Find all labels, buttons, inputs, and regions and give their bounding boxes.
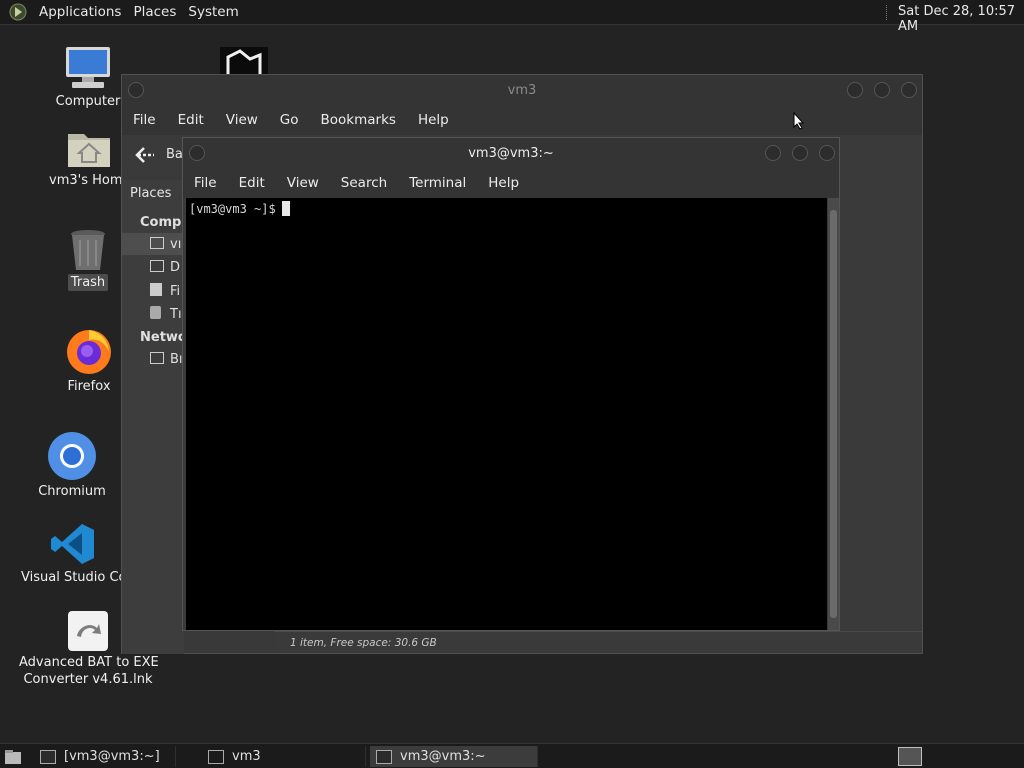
task-label: [vm3@vm3:~] bbox=[64, 749, 160, 764]
applications-menu[interactable]: Applications bbox=[33, 4, 127, 20]
home-folder-icon bbox=[68, 134, 110, 167]
desktop-icon-chromium[interactable]: Chromium bbox=[34, 431, 110, 500]
terminal-titlebar[interactable]: vm3@vm3:~ bbox=[183, 138, 839, 168]
network-icon bbox=[150, 352, 164, 364]
desktop-icon-label: Trash bbox=[67, 274, 109, 291]
clock[interactable]: Sat Dec 28, 10:57 AM bbox=[898, 4, 1024, 34]
bottom-panel: [vm3@vm3:~] vm3 vm3@vm3:~ bbox=[0, 743, 1024, 768]
scrollbar-thumb[interactable] bbox=[830, 210, 837, 618]
desktop-icon-label: Firefox bbox=[67, 379, 111, 394]
desktop-icon-home[interactable]: vm3's Home bbox=[46, 128, 132, 189]
close-button[interactable] bbox=[819, 145, 835, 161]
home-icon bbox=[150, 237, 164, 249]
menu-edit[interactable]: Edit bbox=[167, 112, 215, 128]
terminal-window[interactable]: vm3@vm3:~ File Edit View Search Terminal… bbox=[182, 137, 840, 631]
desktop-icon-label: Chromium bbox=[38, 484, 106, 499]
menu-help[interactable]: Help bbox=[407, 112, 460, 128]
minimize-button[interactable] bbox=[765, 145, 781, 161]
places-dropdown[interactable]: Places bbox=[130, 186, 171, 201]
terminal-scrollbar[interactable] bbox=[828, 198, 839, 630]
terminal-menubar: File Edit View Search Terminal Help bbox=[183, 168, 839, 198]
prompt-text: [vm3@vm3 ~]$ bbox=[189, 202, 276, 216]
panel-separator bbox=[886, 5, 888, 20]
status-bar: 1 item, Free space: 30.6 GB bbox=[274, 631, 922, 653]
text-cursor bbox=[281, 201, 290, 216]
window-title: vm3@vm3:~ bbox=[468, 145, 554, 161]
sidebar-item-label: Fi bbox=[170, 284, 181, 299]
app-logo-icon bbox=[226, 49, 262, 74]
home-folder-icon bbox=[208, 749, 224, 764]
menu-terminal[interactable]: Terminal bbox=[398, 175, 477, 191]
sidebar-item-filesystem[interactable]: Fi bbox=[150, 283, 180, 299]
back-arrow-icon[interactable] bbox=[134, 146, 156, 164]
desktop-icon-label-line2: Converter v4.61.lnk bbox=[23, 672, 153, 687]
task-label: vm3@vm3:~ bbox=[400, 749, 486, 764]
window-title: vm3 bbox=[507, 82, 537, 98]
task-terminal-1[interactable]: [vm3@vm3:~] bbox=[34, 746, 176, 767]
menu-view[interactable]: View bbox=[215, 112, 269, 128]
desktop-icon-trash[interactable]: Trash bbox=[56, 228, 120, 291]
maximize-button[interactable] bbox=[792, 145, 808, 161]
menu-file[interactable]: File bbox=[183, 175, 228, 191]
sidebar-item-trash[interactable]: Tı bbox=[150, 306, 182, 322]
filesystem-icon bbox=[150, 283, 162, 296]
menu-bookmarks[interactable]: Bookmarks bbox=[310, 112, 407, 128]
sidebar-item-label: vı bbox=[170, 237, 182, 252]
desktop-icon-firefox[interactable]: Firefox bbox=[56, 326, 122, 395]
window-menu-button[interactable] bbox=[189, 145, 205, 161]
places-menu[interactable]: Places bbox=[127, 4, 182, 20]
window-menu-button[interactable] bbox=[128, 82, 144, 98]
menu-edit[interactable]: Edit bbox=[228, 175, 276, 191]
maximize-button[interactable] bbox=[874, 82, 890, 98]
computer-icon bbox=[66, 47, 110, 88]
desktop-folder-icon bbox=[150, 260, 164, 272]
sidebar-heading-network: Netwo bbox=[140, 330, 187, 345]
sidebar-item-label: D bbox=[170, 260, 181, 275]
shell-prompt: [vm3@vm3 ~]$ bbox=[189, 201, 290, 216]
vscode-icon bbox=[51, 524, 94, 564]
desktop-icon-partial[interactable] bbox=[220, 47, 268, 74]
desktop-icon-vscode[interactable]: Visual Studio Code bbox=[18, 521, 143, 586]
desktop-icon-label: Computer bbox=[55, 94, 121, 109]
desktop-icon-label-line1: Advanced BAT to EXE bbox=[19, 655, 159, 670]
task-label: vm3 bbox=[232, 749, 261, 764]
menu-view[interactable]: View bbox=[276, 175, 330, 191]
chromium-icon bbox=[48, 432, 96, 480]
sidebar-item-browse-network[interactable]: Bı bbox=[150, 352, 183, 367]
back-button-label[interactable]: Ba bbox=[166, 147, 183, 162]
trash-icon bbox=[71, 230, 105, 270]
distro-logo-icon[interactable] bbox=[9, 3, 27, 21]
menu-file[interactable]: File bbox=[122, 112, 167, 128]
trash-small-icon bbox=[150, 306, 161, 319]
shortcut-app-icon bbox=[68, 611, 108, 651]
menu-go[interactable]: Go bbox=[269, 112, 310, 128]
mouse-pointer-icon bbox=[793, 112, 805, 130]
terminal-output[interactable]: [vm3@vm3 ~]$ bbox=[186, 198, 827, 630]
sidebar-item-label: Tı bbox=[170, 307, 182, 322]
task-terminal-2[interactable]: vm3@vm3:~ bbox=[370, 746, 538, 767]
close-button[interactable] bbox=[901, 82, 917, 98]
terminal-icon bbox=[376, 749, 392, 764]
terminal-icon bbox=[40, 749, 56, 764]
sidebar-item-home[interactable]: vı bbox=[150, 237, 181, 252]
minimize-button[interactable] bbox=[847, 82, 863, 98]
desktop-icon-computer[interactable]: Computer bbox=[48, 45, 128, 110]
menu-help[interactable]: Help bbox=[477, 175, 530, 191]
firefox-icon bbox=[67, 330, 111, 374]
top-panel: Applications Places System Sat Dec 28, 1… bbox=[0, 0, 1024, 34]
file-manager-titlebar[interactable]: vm3 bbox=[122, 75, 922, 105]
sidebar-item-desktop[interactable]: D bbox=[150, 260, 180, 275]
system-menu[interactable]: System bbox=[182, 4, 244, 20]
workspace-switcher[interactable] bbox=[898, 747, 922, 766]
show-desktop-icon[interactable] bbox=[4, 749, 22, 765]
task-file-manager[interactable]: vm3 bbox=[202, 746, 366, 767]
sidebar-item-label: Bı bbox=[170, 352, 183, 367]
menu-search[interactable]: Search bbox=[330, 175, 398, 191]
